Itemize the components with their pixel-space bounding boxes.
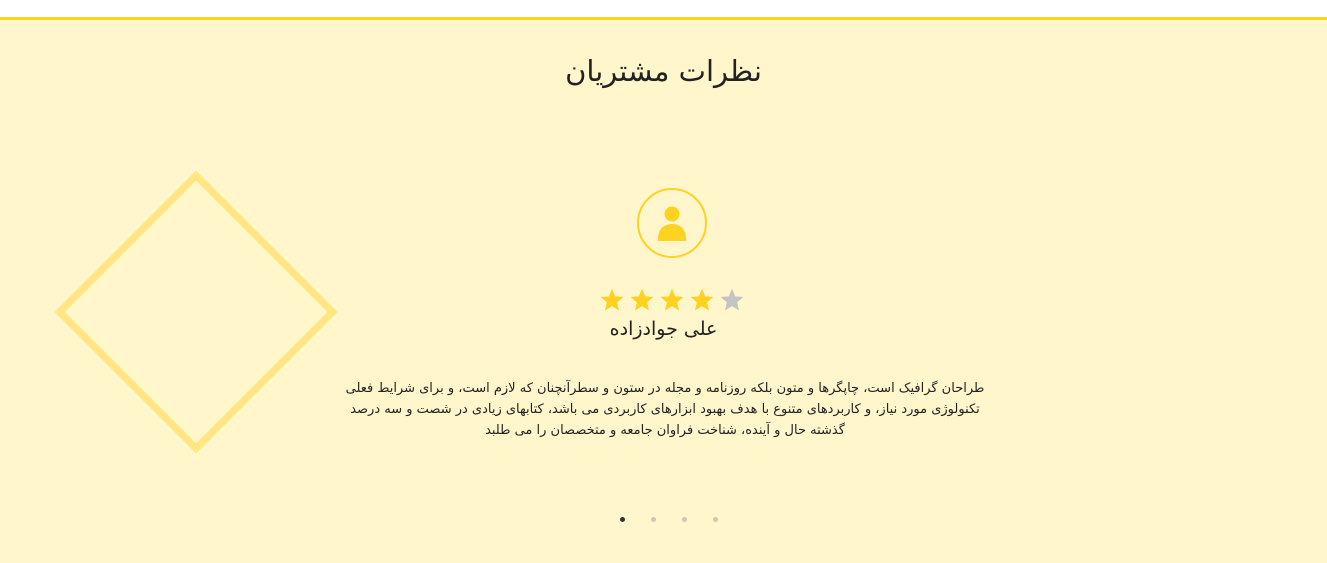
customer-name: علی جوادزاده [609,318,718,340]
user-icon [658,206,686,241]
testimonials-section: نظرات مشتریان علی جوادزاده طراحان گرافیک… [0,17,1327,563]
section-title: نظرات مشتریان [565,54,762,88]
star-filled-icon [660,288,684,311]
review-line: گذشته حال و آینده، شناخت فراوان جامعه و … [485,423,845,438]
carousel-dot[interactable] [713,517,718,522]
rating-stars [599,287,745,313]
review-line: طراحان گرافیک است، چاپگرها و متون بلکه ر… [345,381,985,396]
star-filled-icon [630,288,654,311]
carousel-pagination [620,517,720,525]
star-filled-icon [600,288,624,311]
page-top-band [0,0,1327,17]
review-line: تکنولوژی مورد نیاز، و کاربردهای متنوع با… [350,402,980,417]
carousel-dot[interactable] [682,517,687,522]
carousel-dot[interactable] [651,517,656,522]
review-text: طراحان گرافیک است، چاپگرها و متون بلکه ر… [290,378,1040,441]
avatar [637,188,707,258]
star-filled-icon [690,288,714,311]
star-empty-icon [720,288,744,311]
carousel-dot[interactable] [620,517,625,522]
